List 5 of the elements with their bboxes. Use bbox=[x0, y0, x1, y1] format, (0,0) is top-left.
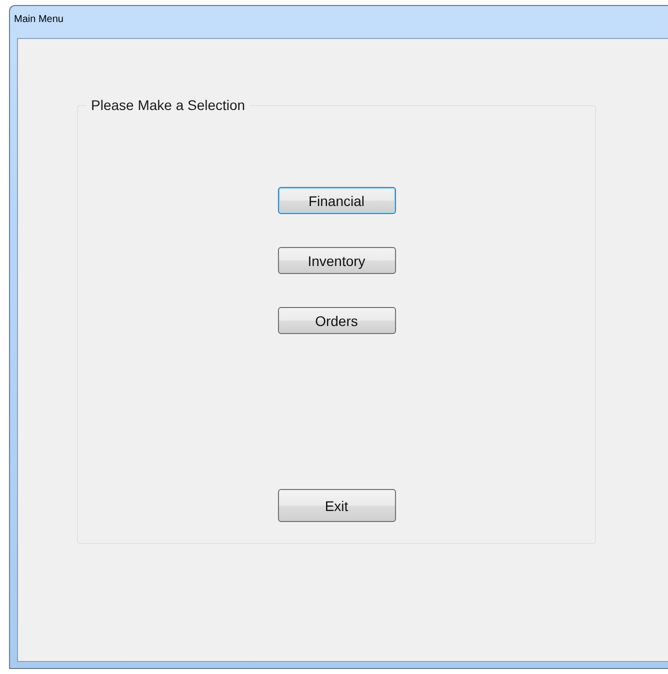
menu-button[interactable]: Inventory bbox=[278, 247, 396, 274]
exit-button[interactable]: Exit bbox=[278, 489, 396, 522]
window-title: Main Menu bbox=[14, 13, 64, 27]
menu-button[interactable]: Orders bbox=[278, 307, 396, 334]
menu-button[interactable]: Financial bbox=[278, 187, 396, 214]
